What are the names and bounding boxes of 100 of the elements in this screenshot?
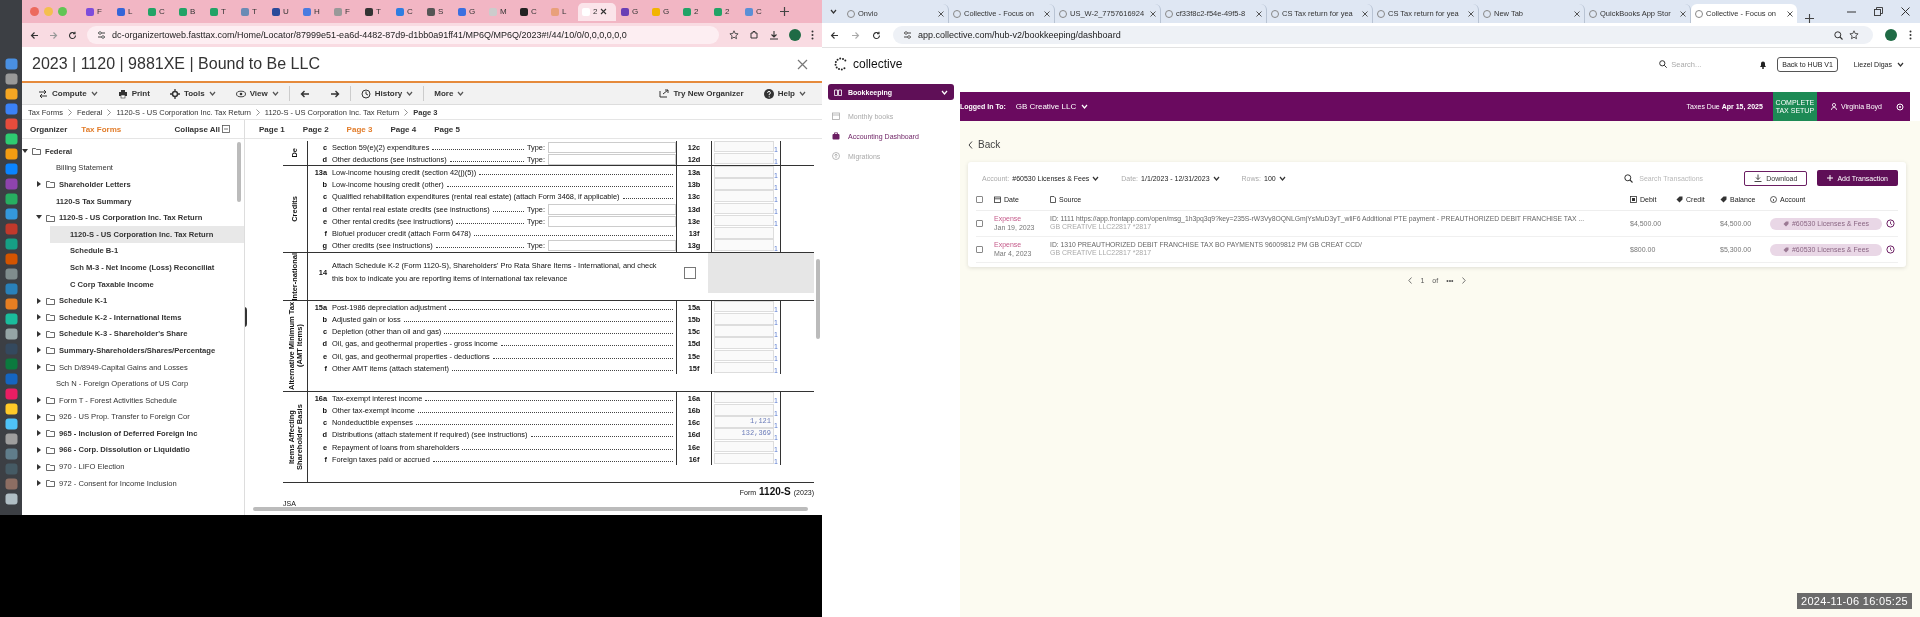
- browser-tab[interactable]: 2: [679, 2, 709, 21]
- avatar[interactable]: [789, 29, 801, 41]
- close-icon: [1680, 10, 1686, 17]
- browser-tab[interactable]: G: [648, 2, 678, 21]
- app-icon[interactable]: [4, 403, 18, 415]
- amount-field[interactable]: [714, 452, 774, 465]
- address-field[interactable]: dc-organizertoweb.fasttax.com/Home/Locator/87999e51-ea6d-4482-87d9-d1bb0a91ff41/MP6Q/MP6Q/2023#!/44/10/0/0,0,0,0,0,0: [87, 26, 719, 44]
- browser-tab[interactable]: C: [741, 2, 771, 21]
- amount-field[interactable]: [714, 440, 774, 453]
- page-tab[interactable]: Page 5: [426, 120, 468, 138]
- caret-icon: [1897, 61, 1904, 67]
- app-icon[interactable]: [4, 418, 18, 430]
- amount-field[interactable]: [714, 325, 774, 337]
- toolbar-button[interactable]: Tools: [159, 83, 226, 104]
- amount-field[interactable]: [714, 227, 774, 239]
- arrow-left-icon: [299, 88, 310, 99]
- app-icon[interactable]: [4, 148, 18, 160]
- browser-tab[interactable]: H: [299, 2, 329, 21]
- browser-tab[interactable]: C: [144, 2, 174, 21]
- favicon-icon: [489, 7, 497, 16]
- toolbar-button[interactable]: Try New Organizer: [649, 83, 754, 104]
- amount-field[interactable]: [714, 140, 774, 153]
- checkbox[interactable]: [976, 195, 983, 203]
- scrollbar[interactable]: [816, 259, 820, 339]
- app-icon[interactable]: [4, 193, 18, 205]
- browser-tab[interactable]: F: [330, 2, 360, 21]
- page-tab[interactable]: Page 4: [382, 120, 425, 138]
- bell-icon: [1759, 59, 1768, 69]
- search-icon: [1624, 173, 1634, 183]
- checkbox[interactable]: [684, 266, 696, 279]
- back-icon: [30, 30, 39, 40]
- browser-tab[interactable]: F: [82, 2, 112, 21]
- scrollbar[interactable]: [253, 507, 808, 511]
- app-icon[interactable]: [4, 133, 18, 145]
- arrow-right-icon: [329, 88, 340, 99]
- amount-field[interactable]: [714, 214, 774, 227]
- address-field[interactable]: app.collective.com/hub-v2/bookkeeping/dashboard: [893, 26, 1873, 44]
- company-selector[interactable]: GB Creative LLC: [1009, 101, 1095, 112]
- browser-tab[interactable]: T: [206, 2, 236, 21]
- app-icon[interactable]: [4, 313, 18, 325]
- type-field[interactable]: [548, 203, 676, 215]
- app-icon[interactable]: [4, 433, 18, 445]
- browser-tab[interactable]: C: [392, 2, 422, 21]
- browser-tab[interactable]: B: [175, 2, 205, 21]
- browser-tab[interactable]: 2: [710, 2, 740, 21]
- page-tab[interactable]: Page 2: [294, 120, 337, 138]
- form-number: 1120-S: [759, 486, 791, 498]
- toolbar-button[interactable]: Print: [107, 83, 160, 104]
- app-icon[interactable]: [4, 208, 18, 220]
- type-field[interactable]: [548, 153, 676, 165]
- toolbar-button[interactable]: More: [424, 83, 475, 104]
- collapse-all-button[interactable]: Collapse All: [168, 123, 236, 135]
- amount-field[interactable]: [714, 202, 774, 215]
- checkbox[interactable]: [976, 220, 983, 227]
- browser-tab[interactable]: C: [516, 2, 546, 21]
- app-icon[interactable]: [4, 268, 18, 280]
- browser-tab[interactable]: M: [485, 2, 515, 21]
- type-field[interactable]: [548, 240, 676, 252]
- app-icon[interactable]: [4, 58, 18, 70]
- browser-tab[interactable]: G: [454, 2, 484, 21]
- back-link[interactable]: Back: [968, 139, 1001, 150]
- browser-tab[interactable]: T: [361, 2, 391, 21]
- scrollbar[interactable]: [237, 142, 241, 202]
- favicon-icon: [117, 7, 125, 16]
- amount-field[interactable]: [714, 404, 774, 416]
- checkbox[interactable]: [976, 246, 983, 253]
- app-icon[interactable]: [4, 88, 18, 100]
- amount-field[interactable]: [714, 178, 774, 190]
- amount-field[interactable]: [714, 337, 774, 349]
- browser-tab[interactable]: S: [423, 2, 453, 21]
- browser-tab[interactable]: U: [268, 2, 298, 21]
- toolbar-button[interactable]: History: [350, 83, 424, 104]
- amount-field[interactable]: [714, 166, 774, 178]
- browser-tab[interactable]: 2: [578, 2, 616, 21]
- amount-field[interactable]: [714, 313, 774, 325]
- app-icon[interactable]: [4, 73, 18, 85]
- toolbar-button[interactable]: Help: [753, 83, 816, 104]
- browser-tab[interactable]: G: [617, 2, 647, 21]
- page-tab[interactable]: Page 1: [251, 120, 293, 138]
- amount-field[interactable]: [714, 349, 774, 362]
- favicon-icon: [458, 7, 466, 16]
- type-field[interactable]: [548, 141, 676, 153]
- toolbar-button[interactable]: Compute: [28, 83, 108, 104]
- amount-field[interactable]: [714, 190, 774, 202]
- app-icon[interactable]: [4, 103, 18, 115]
- avatar[interactable]: [1885, 29, 1897, 41]
- sidebar-tab[interactable]: Organizer: [30, 124, 68, 134]
- app-icon[interactable]: [4, 298, 18, 310]
- app-icon[interactable]: [4, 238, 18, 250]
- browser-tab[interactable]: T: [237, 2, 267, 21]
- toolbar-button[interactable]: View: [225, 83, 289, 104]
- amount-field[interactable]: [714, 361, 774, 374]
- app-icon[interactable]: [4, 493, 18, 505]
- amount-field[interactable]: [714, 152, 774, 165]
- app-icon[interactable]: [4, 163, 18, 175]
- type-field[interactable]: [548, 215, 676, 227]
- amount-field[interactable]: [714, 239, 774, 251]
- browser-tab[interactable]: L: [547, 2, 577, 21]
- browser-tab[interactable]: L: [113, 2, 143, 21]
- app-icon[interactable]: [4, 328, 18, 340]
